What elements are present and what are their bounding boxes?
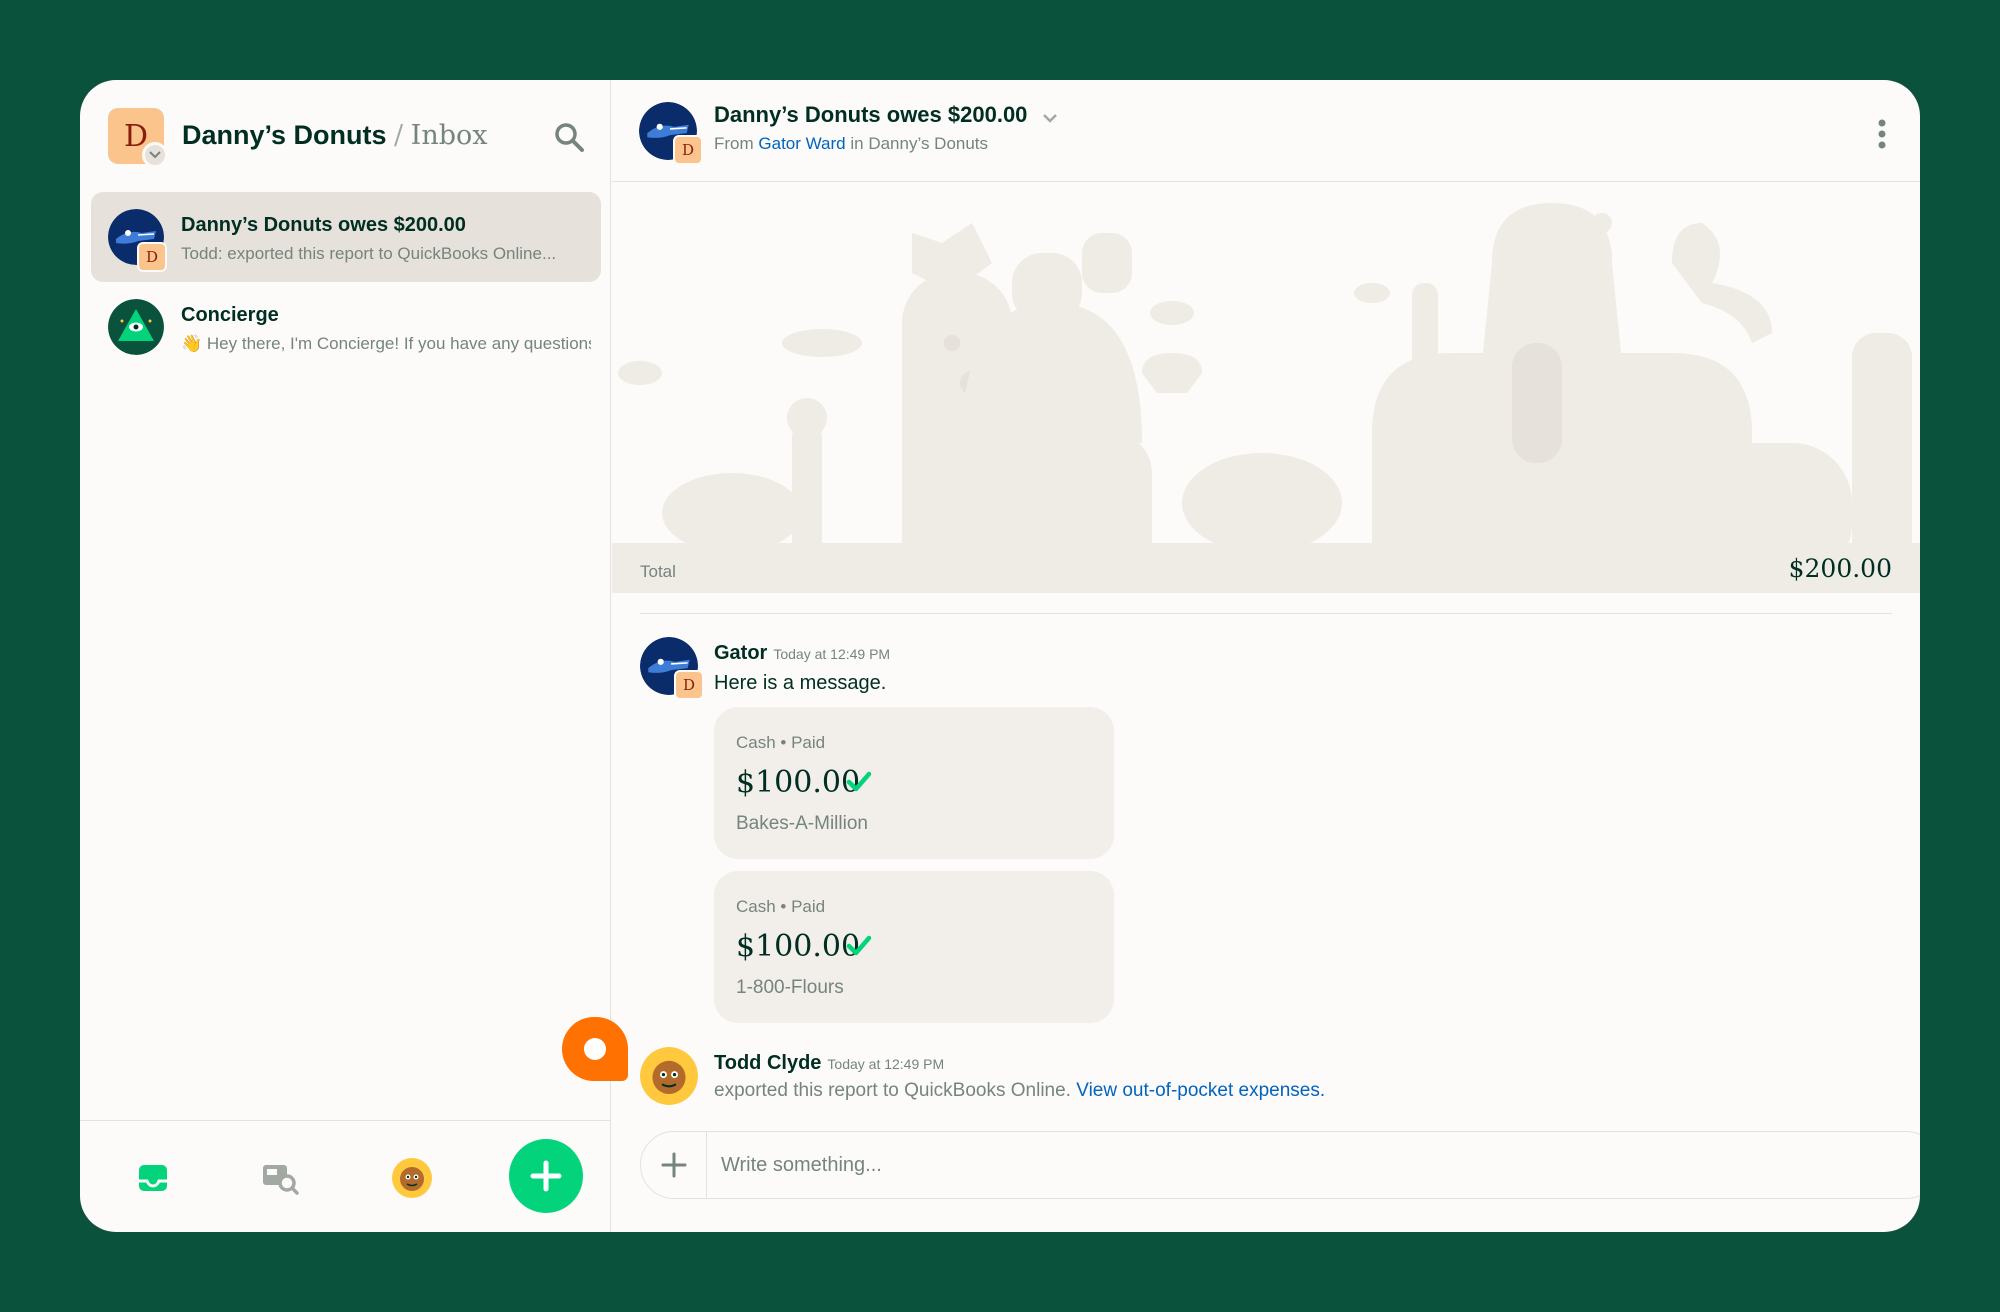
- total-amount: $200.00: [1788, 554, 1892, 583]
- expense-preview-card[interactable]: Cash • Paid $100.00 Bakes-A-Million: [714, 707, 1114, 859]
- attachment-plus-button[interactable]: [641, 1132, 707, 1198]
- workspace-name: Danny’s Donuts: [182, 120, 387, 150]
- chat-name: Danny’s Donuts owes $200.00: [181, 214, 466, 236]
- report-title-text: Danny’s Donuts owes $200.00: [714, 102, 1028, 127]
- title-separator: /: [394, 120, 404, 151]
- message-text: Here is a message.: [714, 672, 887, 694]
- action-text: exported this report to QuickBooks Onlin…: [714, 1080, 1071, 1101]
- record-icon: [584, 1038, 606, 1060]
- view-expenses-link[interactable]: View out-of-pocket expenses.: [1076, 1080, 1325, 1101]
- search-icon[interactable]: [552, 120, 586, 154]
- chat-row-dannys-donuts[interactable]: D Danny’s Donuts owes $200.00 Todd: expo…: [91, 192, 601, 282]
- chat-bubble-button[interactable]: [562, 1017, 628, 1081]
- expense-merchant: Bakes-A-Million: [736, 813, 868, 834]
- message-timestamp: Today at 12:49 PM: [773, 646, 891, 662]
- plus-icon: [661, 1152, 686, 1178]
- message-timestamp: Today at 12:49 PM: [827, 1056, 945, 1072]
- todd-avatar[interactable]: [640, 1047, 698, 1105]
- page-name: Inbox: [410, 120, 488, 151]
- report-subtitle: From Gator Ward in Danny’s Donuts: [714, 134, 988, 154]
- chevron-down-icon[interactable]: [142, 142, 168, 168]
- total-label: Total: [640, 562, 676, 581]
- sidebar-header: D Danny’s Donuts / Inbox: [80, 80, 610, 192]
- global-create-button[interactable]: [509, 1139, 583, 1213]
- expense-meta: Cash • Paid: [736, 897, 826, 916]
- workspace-sub-avatar: D: [673, 135, 703, 165]
- chat-row-concierge[interactable]: Concierge 👋 Hey there, I'm Concierge! If…: [91, 282, 601, 372]
- subtitle-workspace: in Danny’s Donuts: [850, 134, 989, 153]
- report-view: D Danny’s Donuts owes $200.00 From Gator…: [612, 80, 1920, 1232]
- report-header: D Danny’s Donuts owes $200.00 From Gator…: [612, 80, 1920, 182]
- message-author: Gator Today at 12:49 PM: [714, 642, 890, 665]
- sidebar: D Danny’s Donuts / Inbox D Danny’s Donut…: [80, 80, 611, 1232]
- chat-preview: 👋 Hey there, I'm Concierge! If you have …: [181, 334, 591, 353]
- message-author: Todd Clyde Today at 12:49 PM: [714, 1052, 944, 1075]
- profile-avatar-icon[interactable]: [391, 1157, 433, 1199]
- bottom-tab-bar: [80, 1120, 610, 1232]
- composer: [640, 1131, 1920, 1199]
- chevron-down-icon[interactable]: [1042, 103, 1058, 129]
- author-name[interactable]: Todd Clyde: [714, 1052, 821, 1074]
- expense-merchant: 1-800-Flours: [736, 977, 844, 998]
- report-hero-illustration: [612, 183, 1920, 593]
- submitter-link[interactable]: Gator Ward: [758, 134, 845, 153]
- report-title[interactable]: Danny’s Donuts owes $200.00: [714, 102, 1058, 129]
- subtitle-from: From: [714, 134, 754, 153]
- divider: [640, 613, 1892, 614]
- message-text: exported this report to QuickBooks Onlin…: [714, 1080, 1325, 1102]
- expense-amount: $100.00: [736, 929, 861, 964]
- chat-preview: Todd: exported this report to QuickBooks…: [181, 244, 557, 263]
- workspace-sub-avatar: D: [137, 242, 167, 272]
- more-options-icon[interactable]: [1876, 118, 1888, 150]
- checkmark-icon: [846, 771, 872, 798]
- author-name[interactable]: Gator: [714, 642, 767, 664]
- concierge-avatar: [108, 299, 164, 355]
- sidebar-title: Danny’s Donuts / Inbox: [182, 120, 488, 151]
- app-window: D Danny’s Donuts / Inbox D Danny’s Donut…: [80, 80, 1920, 1232]
- plus-icon: [530, 1160, 562, 1192]
- inbox-icon[interactable]: [132, 1157, 174, 1199]
- expense-meta: Cash • Paid: [736, 733, 826, 752]
- expense-amount: $100.00: [736, 765, 861, 800]
- expense-preview-card[interactable]: Cash • Paid $100.00 1-800-Flours: [714, 871, 1114, 1023]
- checkmark-icon: [846, 935, 872, 962]
- search-expenses-icon[interactable]: [259, 1157, 301, 1199]
- compose-input[interactable]: [721, 1146, 1721, 1184]
- chat-name: Concierge: [181, 304, 279, 326]
- workspace-sub-avatar: D: [674, 670, 704, 700]
